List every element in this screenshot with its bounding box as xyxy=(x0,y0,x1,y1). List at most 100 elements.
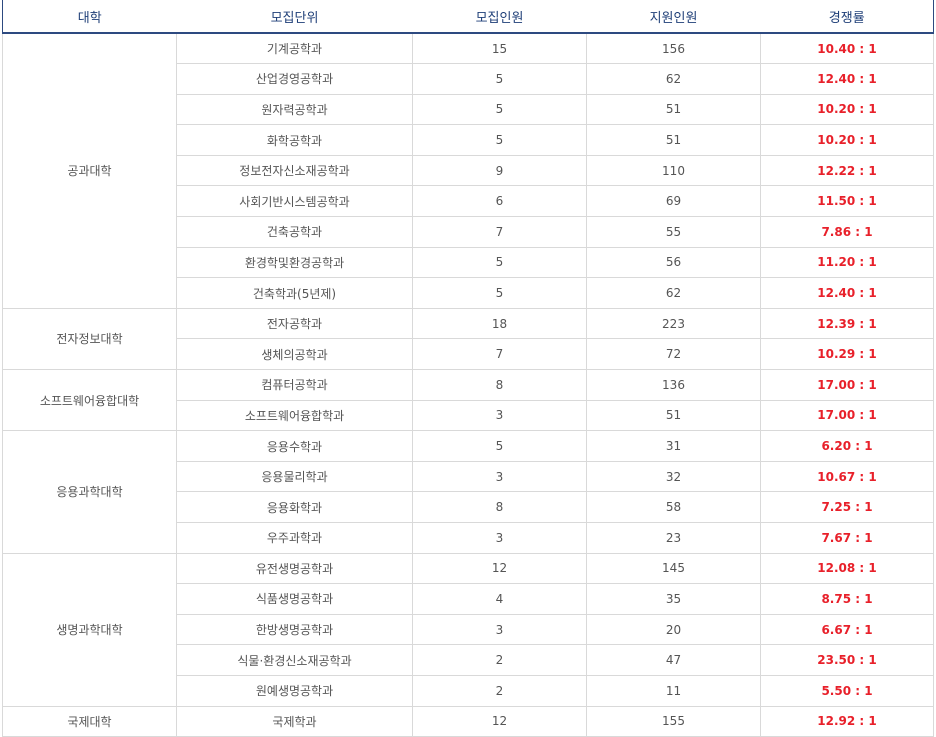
quota-cell: 15 xyxy=(412,32,587,65)
table-row: 공과대학 기계공학과 15 156 10.40 : 1 xyxy=(2,32,934,309)
unit-cell: 원자력공학과 xyxy=(176,93,413,126)
ratio-cell: 10.40 : 1 xyxy=(760,32,934,65)
college-cell: 응용과학대학 xyxy=(2,430,177,554)
ratio-cell: 6.20 : 1 xyxy=(760,430,934,462)
applicants-cell: 11 xyxy=(586,674,761,707)
ratio-cell: 12.39 : 1 xyxy=(760,307,934,340)
header-ratio: 경쟁률 xyxy=(760,0,934,34)
applicants-cell: 156 xyxy=(586,32,761,65)
unit-cell: 응용물리학과 xyxy=(176,460,413,493)
college-cell: 국제대학 xyxy=(2,705,177,737)
applicants-cell: 58 xyxy=(586,491,761,523)
applicants-cell: 223 xyxy=(586,307,761,340)
applicants-cell: 56 xyxy=(586,246,761,279)
ratio-cell: 10.29 : 1 xyxy=(760,338,934,371)
unit-cell: 건축공학과 xyxy=(176,216,413,248)
quota-cell: 5 xyxy=(412,63,587,95)
unit-cell: 화학공학과 xyxy=(176,124,413,156)
ratio-cell: 17.00 : 1 xyxy=(760,369,934,401)
unit-cell: 컴퓨터공학과 xyxy=(176,369,413,401)
applicants-cell: 69 xyxy=(586,185,761,218)
quota-cell: 7 xyxy=(412,338,587,371)
quota-cell: 6 xyxy=(412,185,587,218)
ratio-cell: 7.86 : 1 xyxy=(760,216,934,248)
ratio-cell: 12.92 : 1 xyxy=(760,705,934,737)
ratio-cell: 10.20 : 1 xyxy=(760,93,934,126)
applicants-cell: 20 xyxy=(586,613,761,646)
table-row: 응용과학대학 응용수학과 5 31 6.20 : 1 xyxy=(2,430,934,554)
ratio-cell: 12.08 : 1 xyxy=(760,552,934,585)
ratio-cell: 7.67 : 1 xyxy=(760,522,934,554)
applicants-cell: 136 xyxy=(586,369,761,401)
applicants-cell: 55 xyxy=(586,216,761,248)
unit-cell: 국제학과 xyxy=(176,705,413,737)
quota-cell: 2 xyxy=(412,674,587,707)
header-unit: 모집단위 xyxy=(176,0,413,34)
ratio-cell: 23.50 : 1 xyxy=(760,644,934,676)
ratio-cell: 12.40 : 1 xyxy=(760,277,934,309)
college-cell: 공과대학 xyxy=(2,32,177,309)
applicants-cell: 62 xyxy=(586,277,761,309)
ratio-cell: 10.67 : 1 xyxy=(760,460,934,493)
unit-cell: 원예생명공학과 xyxy=(176,674,413,707)
table-row: 소프트웨어융합대학 컴퓨터공학과 8 136 17.00 : 1 xyxy=(2,369,934,432)
ratio-cell: 17.00 : 1 xyxy=(760,399,934,432)
quota-cell: 8 xyxy=(412,369,587,401)
applicants-cell: 32 xyxy=(586,460,761,493)
applicants-cell: 51 xyxy=(586,399,761,432)
quota-cell: 5 xyxy=(412,277,587,309)
unit-cell: 건축학과(5년제) xyxy=(176,277,413,309)
ratio-cell: 11.50 : 1 xyxy=(760,185,934,218)
unit-cell: 사회기반시스템공학과 xyxy=(176,185,413,218)
unit-cell: 환경학및환경공학과 xyxy=(176,246,413,279)
header-quota: 모집인원 xyxy=(412,0,587,34)
applicants-cell: 23 xyxy=(586,522,761,554)
quota-cell: 2 xyxy=(412,644,587,676)
unit-cell: 산업경영공학과 xyxy=(176,63,413,95)
quota-cell: 5 xyxy=(412,246,587,279)
quota-cell: 7 xyxy=(412,216,587,248)
header-college: 대학 xyxy=(2,0,177,34)
header-applicants: 지원인원 xyxy=(586,0,761,34)
applicants-cell: 72 xyxy=(586,338,761,371)
applicants-cell: 51 xyxy=(586,124,761,156)
table-row: 생명과학대학 유전생명공학과 12 145 12.08 : 1 xyxy=(2,552,934,707)
quota-cell: 9 xyxy=(412,154,587,187)
table-row: 전자정보대학 전자공학과 18 223 12.39 : 1 xyxy=(2,307,934,371)
quota-cell: 3 xyxy=(412,522,587,554)
unit-cell: 정보전자신소재공학과 xyxy=(176,154,413,187)
college-cell: 소프트웨어융합대학 xyxy=(2,369,177,432)
quota-cell: 18 xyxy=(412,307,587,340)
college-cell: 생명과학대학 xyxy=(2,552,177,707)
applicants-cell: 110 xyxy=(586,154,761,187)
unit-cell: 우주과학과 xyxy=(176,522,413,554)
table-body: 공과대학 기계공학과 15 156 10.40 : 1 산업경영공학과 5 62 12.40 :… xyxy=(2,32,934,737)
ratio-cell: 11.20 : 1 xyxy=(760,246,934,279)
unit-cell: 응용수학과 xyxy=(176,430,413,462)
unit-cell: 응용화학과 xyxy=(176,491,413,523)
applicants-cell: 62 xyxy=(586,63,761,95)
quota-cell: 3 xyxy=(412,460,587,493)
applicants-cell: 51 xyxy=(586,93,761,126)
applicants-cell: 145 xyxy=(586,552,761,585)
header-row: 대학 모집단위 모집인원 지원인원 경쟁률 xyxy=(2,0,934,34)
ratio-cell: 12.40 : 1 xyxy=(760,63,934,95)
unit-cell: 생체의공학과 xyxy=(176,338,413,371)
quota-cell: 12 xyxy=(412,552,587,585)
ratio-cell: 12.22 : 1 xyxy=(760,154,934,187)
quota-cell: 3 xyxy=(412,613,587,646)
applicants-cell: 31 xyxy=(586,430,761,462)
applicants-cell: 155 xyxy=(586,705,761,737)
unit-cell: 식물·환경신소재공학과 xyxy=(176,644,413,676)
college-cell: 전자정보대학 xyxy=(2,307,177,371)
applicants-cell: 35 xyxy=(586,583,761,615)
applicants-cell: 47 xyxy=(586,644,761,676)
ratio-cell: 8.75 : 1 xyxy=(760,583,934,615)
unit-cell: 전자공학과 xyxy=(176,307,413,340)
quota-cell: 12 xyxy=(412,705,587,737)
unit-cell: 식품생명공학과 xyxy=(176,583,413,615)
table-header: 대학 모집단위 모집인원 지원인원 경쟁률 xyxy=(2,0,934,34)
unit-cell: 유전생명공학과 xyxy=(176,552,413,585)
unit-cell: 기계공학과 xyxy=(176,32,413,65)
table-row: 국제대학 국제학과 12 155 12.92 : 1 xyxy=(2,705,934,737)
